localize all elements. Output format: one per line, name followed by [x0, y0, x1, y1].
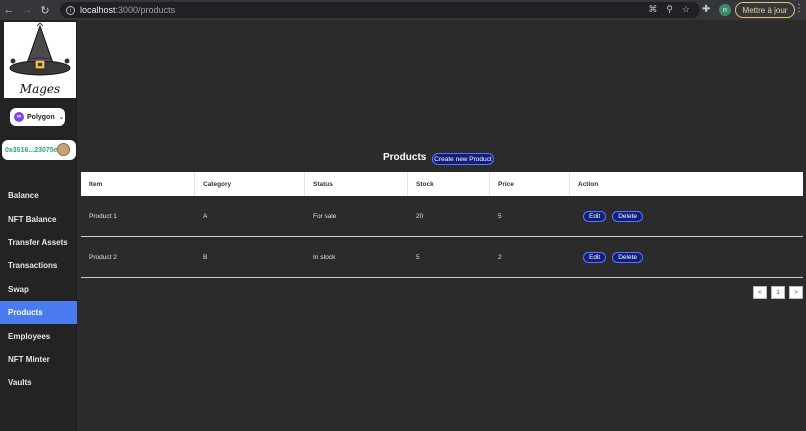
- wallet-avatar: [57, 143, 70, 156]
- table-row: Product 2 B In stock 5 2 Edit Delete: [81, 237, 803, 278]
- pagination-page-1[interactable]: 1: [771, 286, 785, 299]
- mages-logo[interactable]: Mages: [4, 22, 76, 98]
- column-header-action: Action: [578, 180, 599, 188]
- logo-text: Mages: [19, 82, 61, 96]
- cell-category: B: [203, 253, 208, 261]
- table-row: Product 1 A For sale 20 5 Edit Delete: [81, 196, 803, 237]
- polygon-icon: ∞: [14, 112, 24, 122]
- zoom-icon[interactable]: ⚲: [666, 4, 673, 15]
- back-icon[interactable]: ←: [0, 0, 18, 20]
- sidebar-item-transactions[interactable]: Transactions: [0, 254, 77, 277]
- sidebar-item-products[interactable]: Products: [0, 300, 77, 325]
- delete-button[interactable]: Delete: [612, 251, 643, 263]
- wizard-hat-icon: [9, 22, 71, 76]
- column-header-price[interactable]: Price: [490, 172, 570, 196]
- cell-category: A: [203, 212, 208, 220]
- sidebar-item-employees[interactable]: Employees: [0, 324, 77, 347]
- column-header-category[interactable]: Category: [195, 172, 305, 196]
- cell-action: Edit Delete: [570, 210, 803, 222]
- create-product-button[interactable]: Create new Product: [432, 153, 494, 165]
- bookmark-star-icon[interactable]: ☆: [682, 4, 690, 15]
- sidebar-item-nft-balance[interactable]: NFT Balance: [0, 207, 77, 230]
- forward-icon[interactable]: →: [18, 0, 36, 20]
- reload-icon[interactable]: ↻: [36, 0, 54, 20]
- chain-label: Polygon: [27, 113, 55, 121]
- site-info-icon[interactable]: i: [66, 5, 75, 15]
- browser-menu-icon[interactable]: ⋮: [794, 3, 804, 14]
- table-header: Item Category Status Stock Price Action: [81, 172, 803, 196]
- chain-selector[interactable]: ∞ Polygon ⌄: [10, 108, 65, 126]
- sidebar-item-swap[interactable]: Swap: [0, 278, 77, 301]
- sidebar-item-balance[interactable]: Balance: [0, 184, 77, 207]
- wallet-address: 0x3516...23075e: [5, 146, 58, 154]
- wallet-address-badge[interactable]: 0x3516...23075e: [2, 140, 76, 160]
- cell-status: In stock: [313, 253, 336, 261]
- products-table: Item Category Status Stock Price Action …: [81, 172, 803, 278]
- cell-price: 2: [498, 253, 502, 261]
- cell-status: For sale: [313, 212, 337, 220]
- sidebar-item-nft-minter[interactable]: NFT Minter: [0, 348, 77, 371]
- cell-action: Edit Delete: [570, 251, 803, 263]
- sidebar-item-vaults[interactable]: Vaults: [0, 371, 77, 394]
- page-title: Products: [383, 152, 427, 163]
- sidebar-menu: Balance NFT Balance Transfer Assets Tran…: [0, 184, 77, 395]
- cell-stock: 20: [416, 212, 424, 220]
- profile-avatar[interactable]: n: [719, 4, 731, 16]
- update-button[interactable]: Mettre à jour: [735, 2, 795, 18]
- column-header-item[interactable]: Item: [81, 172, 195, 196]
- pagination-prev-button[interactable]: <: [753, 286, 767, 299]
- edit-button[interactable]: Edit: [583, 210, 607, 222]
- extensions-icon[interactable]: ✚: [702, 4, 712, 16]
- chevron-down-icon: ⌄: [58, 114, 65, 121]
- browser-toolbar: ← → ↻ i localhost:3000/products ⌘ ⚲ ☆ ✚ …: [0, 0, 806, 20]
- pagination-next-button[interactable]: >: [789, 286, 803, 299]
- sidebar: Mages ∞ Polygon ⌄ 0x3516...23075e Balanc…: [0, 20, 77, 431]
- sidebar-item-transfer-assets[interactable]: Transfer Assets: [0, 231, 77, 254]
- address-bar[interactable]: i localhost:3000/products ⌘ ⚲ ☆: [60, 2, 700, 18]
- delete-button[interactable]: Delete: [612, 210, 643, 222]
- cell-stock: 5: [416, 253, 420, 261]
- cell-item: Product 1: [89, 212, 117, 220]
- column-header-status[interactable]: Status: [305, 172, 408, 196]
- main-content: Products Create new Product Item Categor…: [77, 20, 806, 431]
- translate-icon[interactable]: ⌘: [648, 4, 657, 15]
- edit-button[interactable]: Edit: [583, 251, 607, 263]
- column-header-stock[interactable]: Stock: [408, 172, 490, 196]
- cell-item: Product 2: [89, 253, 117, 261]
- url-text: localhost:3000/products: [80, 5, 176, 15]
- cell-price: 5: [498, 212, 502, 220]
